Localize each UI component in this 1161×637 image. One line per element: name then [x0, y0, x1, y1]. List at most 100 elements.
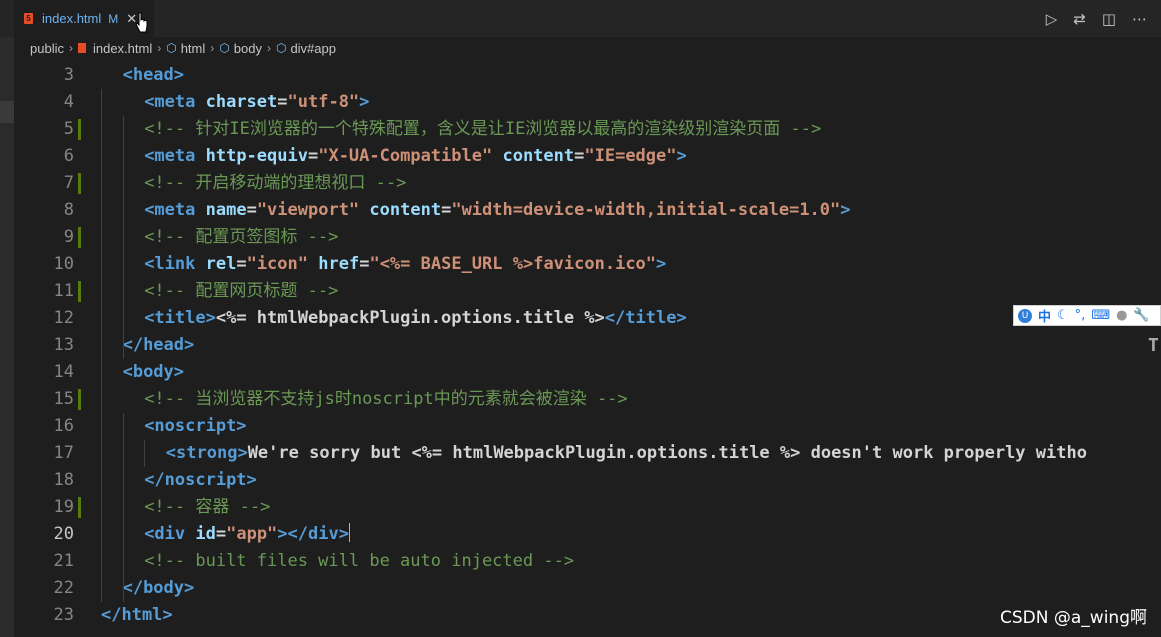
line-number: 20 — [53, 524, 74, 544]
code-line[interactable]: 20 <div id="app"></div> — [14, 521, 1161, 548]
code-line[interactable]: 23 </html> — [14, 602, 1161, 629]
indent-guide — [144, 440, 146, 467]
tab-index-html[interactable]: 5 index.html M ✕ — [14, 0, 154, 37]
html5-icon — [77, 43, 86, 53]
run-icon[interactable]: ▷ — [1046, 10, 1058, 28]
code-content: <!-- 开启移动端的理想视口 --> — [144, 173, 407, 193]
code-line[interactable]: 10 <link rel="icon" href="<%= BASE_URL %>… — [14, 251, 1161, 278]
code-line[interactable]: 11 <!-- 配置网页标题 --> — [14, 278, 1161, 305]
ime-mode-label[interactable]: 中 — [1038, 306, 1051, 325]
code-content: <!-- 配置网页标题 --> — [144, 281, 339, 301]
code-line[interactable]: 8 <meta name="viewport" content="width=de… — [14, 197, 1161, 224]
code-line[interactable]: 22 </body> — [14, 575, 1161, 602]
chevron-right-icon: › — [157, 41, 162, 55]
text-caret — [348, 523, 350, 542]
code-content: <title><%= htmlWebpackPlugin.options.tit… — [144, 308, 687, 328]
code-content: <head> — [122, 65, 185, 85]
editor-toolbar: ▷ ⇄ ◫ ⋯ — [1046, 0, 1147, 37]
code-content: <link rel="icon" href="<%= BASE_URL %>fa… — [144, 254, 667, 274]
code-content: </noscript> — [144, 470, 257, 490]
line-number: 4 — [63, 92, 74, 112]
code-line[interactable]: 18 </noscript> — [14, 467, 1161, 494]
code-line[interactable]: 14 <body> — [14, 359, 1161, 386]
breadcrumb: public › index.html › ⬡ html › ⬡ body › ⬡ d… — [14, 37, 1161, 59]
code-content: <meta charset="utf-8"> — [144, 92, 370, 112]
code-line[interactable]: 9 <!-- 配置页签图标 --> — [14, 224, 1161, 251]
code-content: <!-- 配置页签图标 --> — [144, 227, 339, 247]
code-content: <body> — [122, 362, 185, 382]
ime-toolbar[interactable]: U 中 ☾ °, ⌨ ● 🔧 — [1013, 305, 1161, 326]
code-line[interactable]: 17 <strong>We're sorry but <%= htmlWebpac… — [14, 440, 1161, 467]
chevron-right-icon: › — [210, 41, 215, 55]
breadcrumb-public[interactable]: public — [30, 41, 64, 56]
modified-indicator: M — [108, 11, 119, 26]
line-number: 9 — [63, 227, 74, 247]
line-number: 22 — [53, 578, 74, 598]
line-number: 6 — [63, 146, 74, 166]
element-cube-icon: ⬡ — [275, 41, 287, 55]
git-modified-marker[interactable] — [78, 389, 81, 410]
tab-bar: 5 index.html M ✕ ▷ ⇄ ◫ ⋯ — [0, 0, 1161, 37]
git-modified-marker[interactable] — [78, 281, 81, 302]
code-line[interactable]: 7 <!-- 开启移动端的理想视口 --> — [14, 170, 1161, 197]
moon-icon[interactable]: ☾ — [1057, 308, 1069, 323]
mouse-cursor-icon — [136, 12, 148, 33]
line-number: 23 — [53, 605, 74, 625]
indent-guide — [122, 413, 124, 602]
code-content: <div id="app"></div> — [144, 523, 350, 544]
line-number: 8 — [63, 200, 74, 220]
line-number: 5 — [63, 119, 74, 139]
code-editor[interactable]: 3 <head> 4 <meta charset="utf-8"> 5 <!-- 针对IE… — [14, 62, 1161, 637]
code-line[interactable]: 6 <meta http-equiv="X-UA-Compatible" cont… — [14, 143, 1161, 170]
code-line[interactable]: 16 <noscript> — [14, 413, 1161, 440]
keyboard-icon[interactable]: ⌨ — [1091, 308, 1110, 323]
code-content: </body> — [122, 578, 195, 598]
breadcrumb-div-app[interactable]: ⬡ div#app — [276, 41, 336, 56]
code-line[interactable]: 5 <!-- 针对IE浏览器的一个特殊配置，含义是让IE浏览器以最高的渲染级别渲染… — [14, 116, 1161, 143]
code-line[interactable]: 21 <!-- built files will be auto injected… — [14, 548, 1161, 575]
line-number: 13 — [53, 335, 74, 355]
punctuation-icon[interactable]: °, — [1075, 308, 1086, 323]
line-number: 14 — [53, 362, 74, 382]
code-content: <!-- 针对IE浏览器的一个特殊配置，含义是让IE浏览器以最高的渲染级别渲染页… — [144, 119, 822, 139]
code-line[interactable]: 19 <!-- 容器 --> — [14, 494, 1161, 521]
code-content: <!-- built files will be auto injected -… — [144, 551, 575, 571]
sogou-logo-icon: U — [1018, 308, 1032, 323]
code-content: <meta http-equiv="X-UA-Compatible" conte… — [144, 146, 687, 166]
code-content: <strong>We're sorry but <%= htmlWebpackP… — [165, 443, 1087, 463]
chevron-right-icon: › — [68, 41, 73, 55]
code-line[interactable]: 12 <title><%= htmlWebpackPlugin.options.t… — [14, 305, 1161, 332]
code-content: </html> — [101, 605, 173, 625]
git-modified-marker[interactable] — [78, 173, 81, 194]
compare-changes-icon[interactable]: ⇄ — [1073, 10, 1086, 28]
line-number: 3 — [63, 65, 74, 85]
code-line[interactable]: 4 <meta charset="utf-8"> — [14, 89, 1161, 116]
user-icon[interactable]: ● — [1116, 308, 1127, 323]
element-cube-icon: ⬡ — [219, 41, 230, 55]
more-icon[interactable]: ⋯ — [1132, 10, 1147, 28]
code-content: </head> — [122, 335, 195, 355]
git-modified-marker[interactable] — [78, 119, 81, 140]
breadcrumb-body[interactable]: ⬡ body — [219, 41, 262, 56]
breadcrumb-index-html[interactable]: index.html — [77, 41, 152, 56]
code-line[interactable]: 13 </head> — [14, 332, 1161, 359]
line-number: 11 — [53, 281, 74, 301]
code-content: <!-- 当浏览器不支持js时noscript中的元素就会被渲染 --> — [144, 389, 628, 409]
code-line[interactable]: 3 <head> — [14, 62, 1161, 89]
watermark: CSDN @a_wing啊 — [1000, 608, 1147, 628]
git-modified-marker[interactable] — [78, 497, 81, 518]
git-modified-marker[interactable] — [78, 227, 81, 248]
wrench-icon[interactable]: 🔧 — [1133, 308, 1149, 323]
line-number: 16 — [53, 416, 74, 436]
split-editor-icon[interactable]: ◫ — [1102, 10, 1116, 28]
code-content: <noscript> — [144, 416, 247, 436]
breadcrumb-html[interactable]: ⬡ html — [166, 41, 205, 56]
line-number: 17 — [53, 443, 74, 463]
line-number: 15 — [53, 389, 74, 409]
code-line[interactable]: 15 <!-- 当浏览器不支持js时noscript中的元素就会被渲染 --> — [14, 386, 1161, 413]
line-number: 18 — [53, 470, 74, 490]
line-number: 10 — [53, 254, 74, 274]
indent-guide — [101, 89, 102, 602]
line-number: 19 — [53, 497, 74, 517]
code-content: <meta name="viewport" content="width=dev… — [144, 200, 851, 220]
